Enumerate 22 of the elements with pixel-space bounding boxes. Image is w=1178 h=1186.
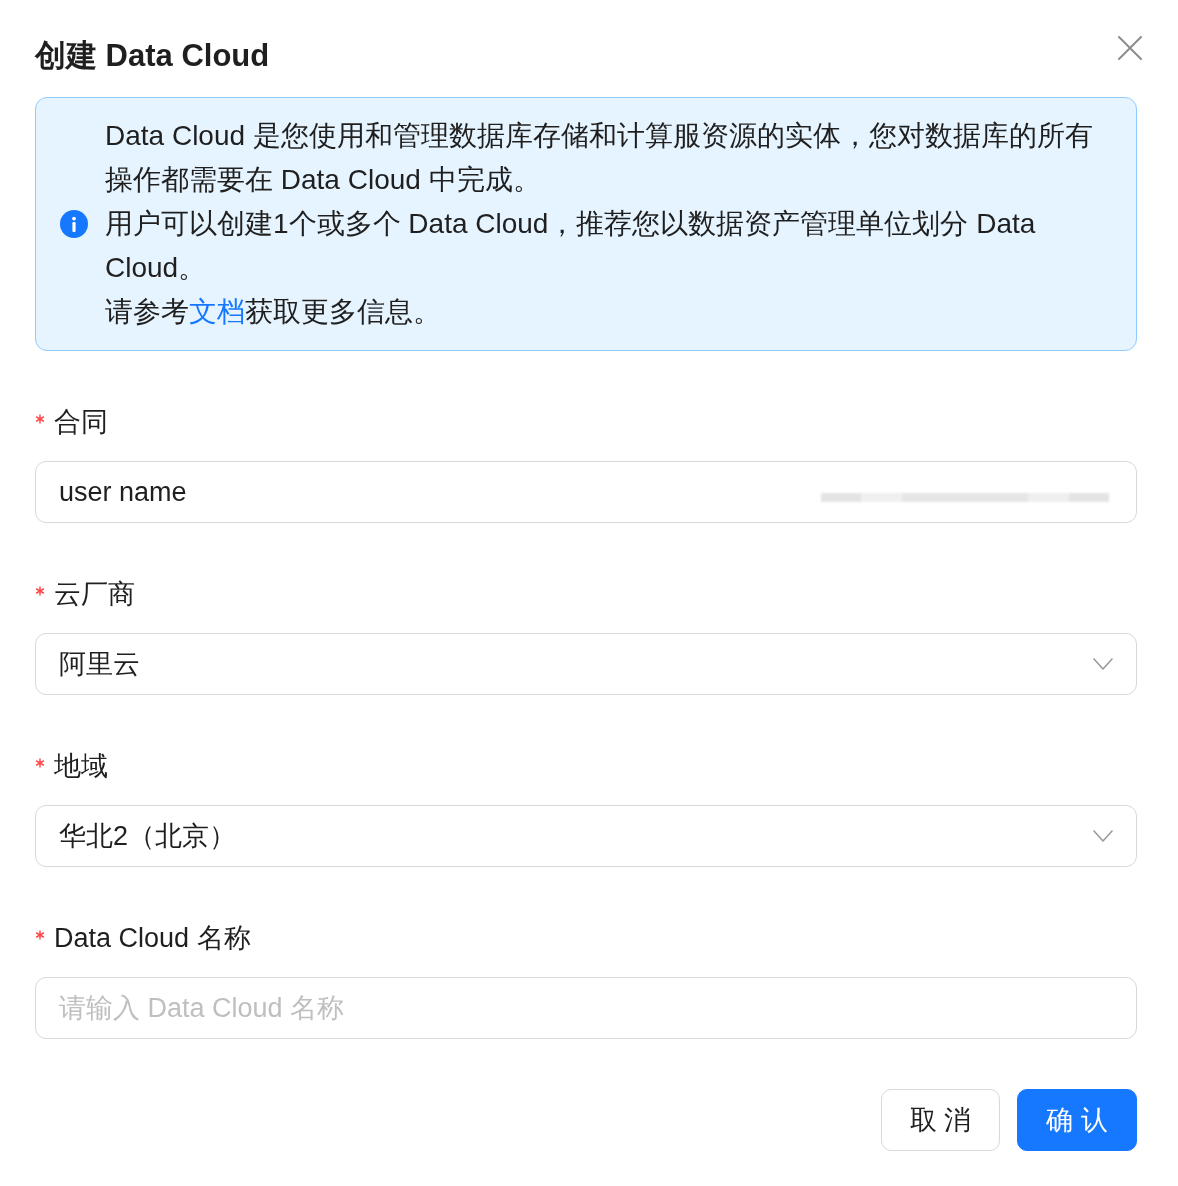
select-value: 阿里云	[59, 648, 140, 681]
select-field[interactable]: 华北2（北京）	[35, 805, 1137, 867]
info-text: 用户可以创建1个或多个 Data Cloud，推荐您以数据资产管理单位划分 Data Cloud。	[105, 207, 1037, 285]
info-text: 请参考文档获取更多信息。	[105, 295, 442, 329]
dialog-title: 创建 Data Cloud	[35, 37, 270, 75]
select-value: 华北2（北京）	[59, 820, 237, 853]
close-icon	[1118, 36, 1142, 60]
chevron-down-icon	[1093, 658, 1113, 670]
select-field[interactable]: 阿里云	[35, 633, 1137, 695]
text-input[interactable]: user name	[35, 461, 1137, 523]
chevron-down-icon	[1093, 830, 1113, 842]
info-text: Data Cloud 是您使用和管理数据库存储和计算服资源的实体，您对数据库的所有操作都需要在 Data Cloud 中完成。	[105, 119, 1094, 197]
field-label: 云厂商	[54, 578, 135, 611]
confirm-button[interactable]: 确 认	[1017, 1089, 1137, 1151]
docs-link[interactable]: 文档	[189, 296, 245, 327]
field-label: Data Cloud 名称	[54, 922, 251, 955]
close-button[interactable]	[1118, 36, 1142, 60]
text-input[interactable]: 请输入 Data Cloud 名称	[35, 977, 1137, 1039]
info-icon	[60, 210, 88, 238]
field-label: 合同	[54, 406, 108, 439]
field-label: 地域	[54, 750, 108, 783]
cancel-button[interactable]: 取 消	[880, 1089, 1001, 1151]
